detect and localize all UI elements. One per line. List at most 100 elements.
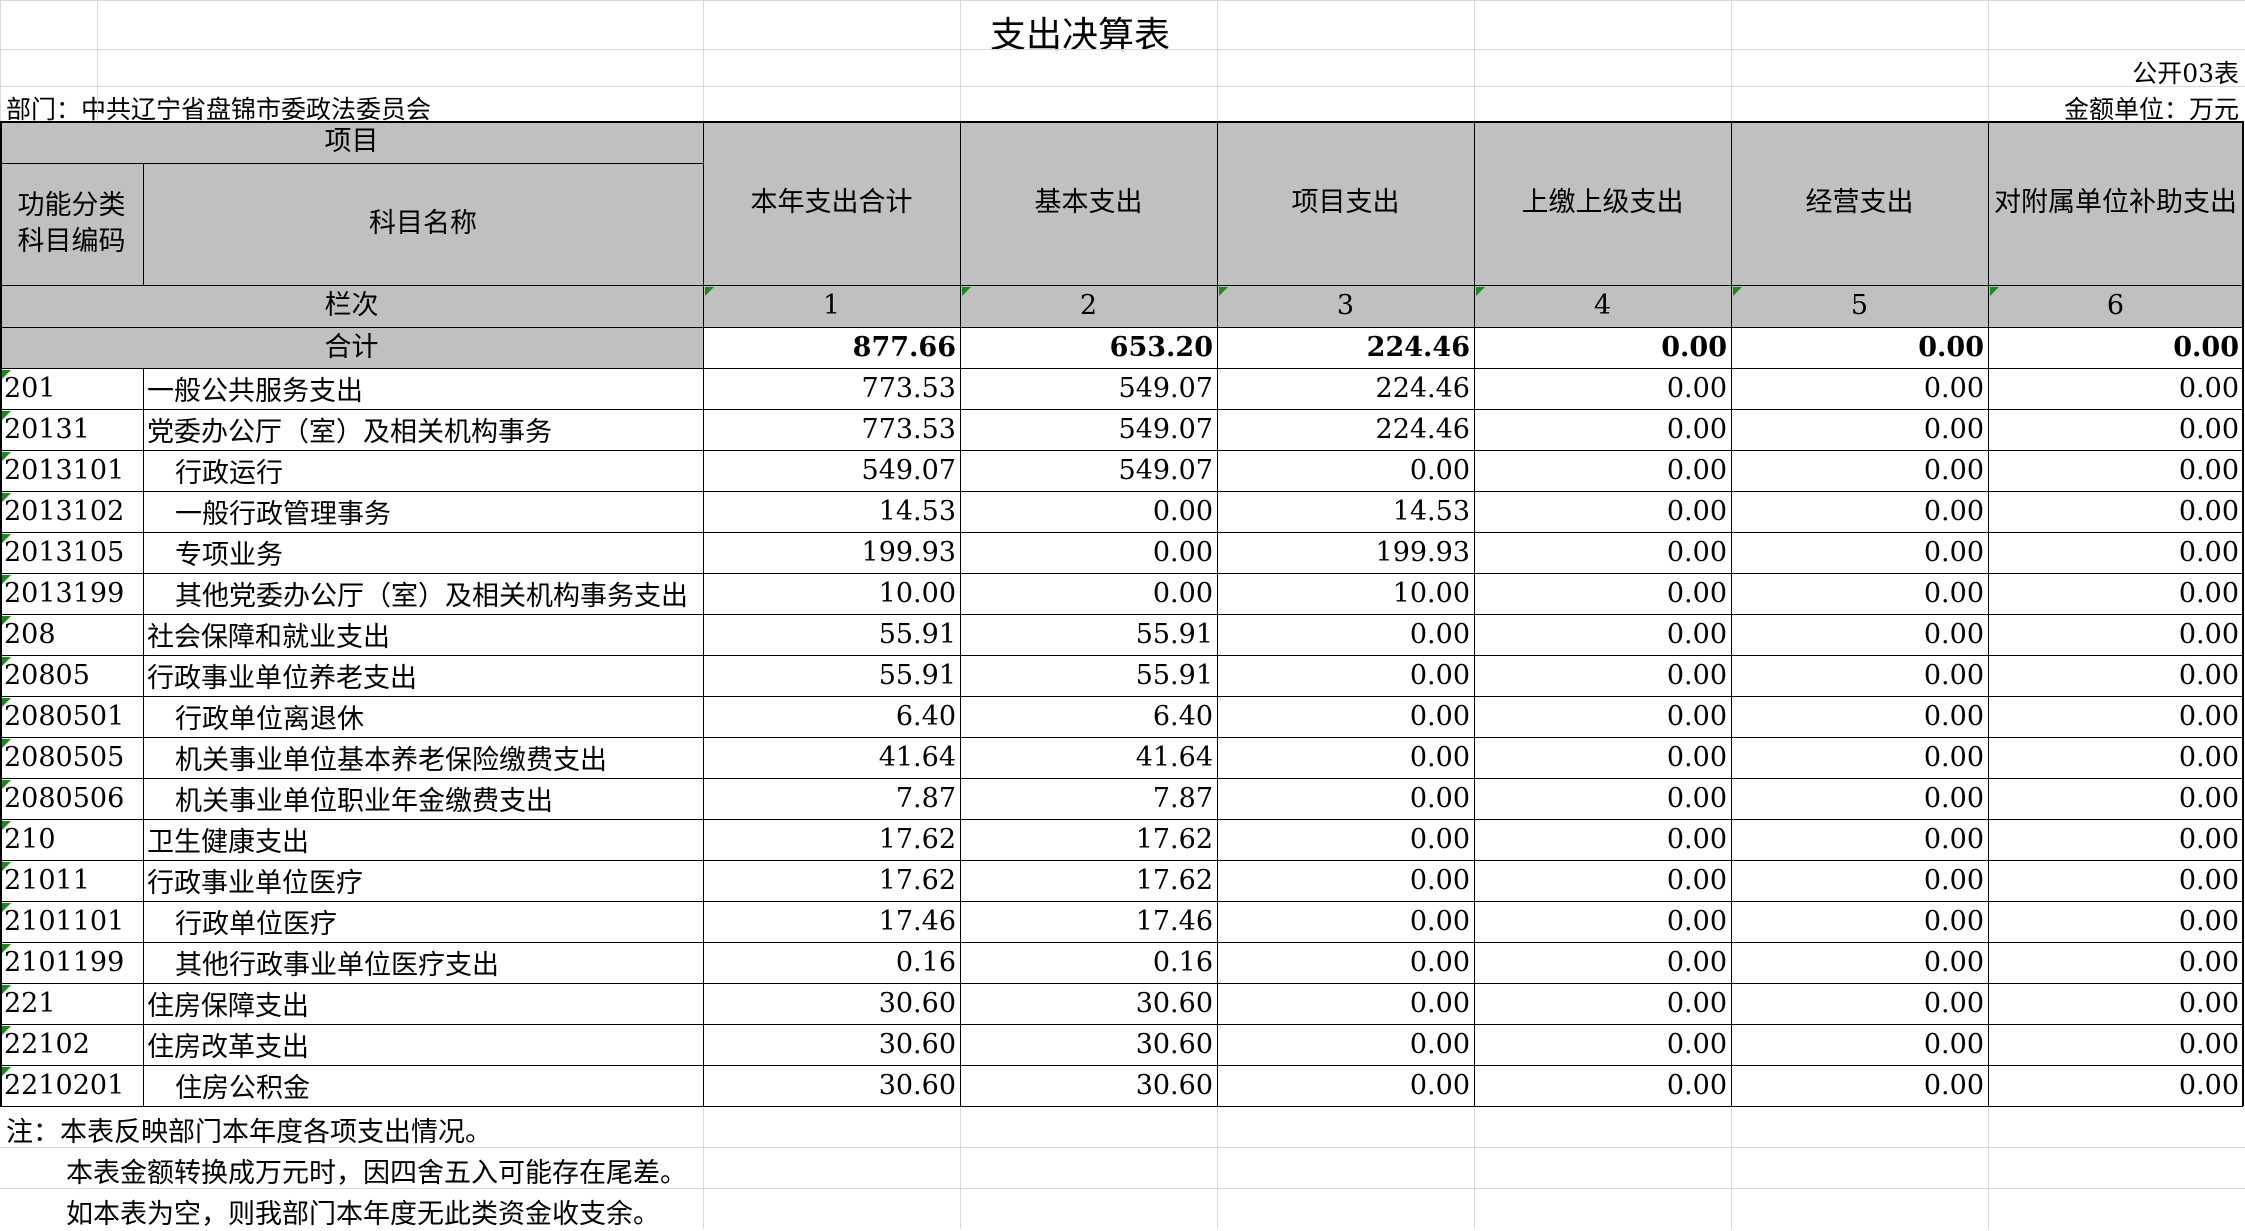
amount-cell: 0.00 xyxy=(1666,742,1727,773)
subject-code: 201 xyxy=(4,373,56,404)
amount-cell: 0.00 xyxy=(1409,906,1470,937)
amount-cell: 0.00 xyxy=(1923,537,1984,568)
cell-marker xyxy=(2,1026,11,1035)
amount-cell: 0.00 xyxy=(1923,988,1984,1019)
col-number-2: 2 xyxy=(1079,290,1098,321)
footnote-3: 如本表为空，则我部门本年度无此类资金收支余。 xyxy=(66,1199,660,1230)
amount-cell: 55.91 xyxy=(878,619,956,650)
header-lanci: 栏次 xyxy=(324,290,379,321)
amount-cell: 549.07 xyxy=(1118,373,1213,404)
subject-name: 机关事业单位基本养老保险缴费支出 xyxy=(175,745,607,776)
grid-line xyxy=(1217,1106,1218,1229)
cell-marker xyxy=(1733,287,1742,296)
grid-line xyxy=(960,1106,961,1229)
cell-marker xyxy=(2,903,11,912)
subject-name: 其他行政事业单位医疗支出 xyxy=(175,950,499,981)
amount-cell: 17.62 xyxy=(1135,865,1213,896)
subject-code: 2013102 xyxy=(4,496,125,527)
amount-cell: 0.00 xyxy=(1666,906,1727,937)
footnote-2: 本表金额转换成万元时，因四舍五入可能存在尾差。 xyxy=(66,1158,687,1189)
amount-cell: 0.00 xyxy=(1923,619,1984,650)
subject-name: 社会保障和就业支出 xyxy=(147,622,390,653)
subject-code: 20805 xyxy=(4,660,90,691)
table-border xyxy=(0,1106,2243,1107)
amount-cell: 41.64 xyxy=(1135,742,1213,773)
amount-cell: 0.00 xyxy=(1666,1070,1727,1101)
amount-cell: 55.91 xyxy=(878,660,956,691)
cell-marker xyxy=(2,821,11,830)
header-name: 科目名称 xyxy=(369,208,477,239)
amount-cell: 0.00 xyxy=(1409,824,1470,855)
amount-cell: 30.60 xyxy=(878,1070,956,1101)
amount-cell: 0.00 xyxy=(1923,824,1984,855)
footnote-1: 注：本表反映部门本年度各项支出情况。 xyxy=(6,1117,492,1148)
cell-marker xyxy=(2,411,11,420)
amount-cell: 549.07 xyxy=(1118,455,1213,486)
amount-cell: 0.00 xyxy=(1666,824,1727,855)
amount-cell: 0.00 xyxy=(1666,373,1727,404)
amount-cell: 0.00 xyxy=(2178,373,2239,404)
amount-cell: 0.00 xyxy=(1923,373,1984,404)
amount-cell: 0.00 xyxy=(1666,578,1727,609)
col-number-5: 5 xyxy=(1850,290,1869,321)
amount-cell: 0.00 xyxy=(1409,988,1470,1019)
subject-name: 行政单位离退休 xyxy=(175,704,364,735)
amount-cell: 6.40 xyxy=(1152,701,1213,732)
header-col-4: 上缴上级支出 xyxy=(1521,187,1684,218)
amount-cell: 0.00 xyxy=(2178,988,2239,1019)
amount-cell: 17.62 xyxy=(1135,824,1213,855)
amount-cell: 0.00 xyxy=(1666,537,1727,568)
grid-line xyxy=(1731,0,1732,121)
cell-marker xyxy=(2,944,11,953)
total-value: 653.20 xyxy=(1109,332,1213,363)
amount-cell: 30.60 xyxy=(878,988,956,1019)
header-code: 功能分类 科目编码 xyxy=(17,190,126,257)
subject-code: 2013101 xyxy=(4,455,125,486)
header-col-2: 基本支出 xyxy=(1034,187,1143,218)
amount-cell: 0.00 xyxy=(1409,1070,1470,1101)
cell-marker xyxy=(2,985,11,994)
amount-cell: 0.00 xyxy=(1666,783,1727,814)
amount-cell: 0.00 xyxy=(1666,455,1727,486)
amount-cell: 0.00 xyxy=(1666,947,1727,978)
grid-line xyxy=(97,0,98,121)
subject-code: 20131 xyxy=(4,414,90,445)
cell-marker xyxy=(705,287,714,296)
cell-marker xyxy=(2,370,11,379)
amount-cell: 30.60 xyxy=(1135,1029,1213,1060)
grid-line xyxy=(960,0,961,121)
grid-line xyxy=(0,49,2245,50)
amount-cell: 17.62 xyxy=(878,865,956,896)
amount-cell: 0.00 xyxy=(2178,947,2239,978)
amount-cell: 0.00 xyxy=(2178,455,2239,486)
amount-cell: 0.00 xyxy=(1666,1029,1727,1060)
amount-cell: 30.60 xyxy=(1135,988,1213,1019)
amount-cell: 0.00 xyxy=(1409,455,1470,486)
subject-name: 行政运行 xyxy=(175,458,283,489)
subject-code: 22102 xyxy=(4,1029,90,1060)
amount-cell: 0.00 xyxy=(2178,783,2239,814)
amount-cell: 224.46 xyxy=(1375,373,1470,404)
cell-marker xyxy=(2,862,11,871)
amount-cell: 14.53 xyxy=(878,496,956,527)
subject-name: 其他党委办公厅（室）及相关机构事务支出 xyxy=(175,581,688,612)
amount-cell: 549.07 xyxy=(1118,414,1213,445)
grid-line xyxy=(1988,1106,1989,1229)
amount-cell: 0.00 xyxy=(1666,988,1727,1019)
cell-marker xyxy=(2,657,11,666)
amount-cell: 0.00 xyxy=(2178,701,2239,732)
amount-cell: 0.00 xyxy=(1666,414,1727,445)
amount-cell: 0.00 xyxy=(1666,496,1727,527)
amount-cell: 0.00 xyxy=(1923,660,1984,691)
col-number-4: 4 xyxy=(1593,290,1612,321)
amount-cell: 0.00 xyxy=(1923,865,1984,896)
amount-cell: 0.00 xyxy=(2178,537,2239,568)
amount-cell: 0.16 xyxy=(1152,947,1213,978)
amount-cell: 0.00 xyxy=(1666,701,1727,732)
amount-cell: 0.00 xyxy=(1923,701,1984,732)
cell-marker xyxy=(2,616,11,625)
grid-line xyxy=(1731,1106,1732,1229)
subject-code: 210 xyxy=(4,824,56,855)
header-col-6: 对附属单位补助支出 xyxy=(1994,187,2237,218)
amount-cell: 0.00 xyxy=(1409,865,1470,896)
